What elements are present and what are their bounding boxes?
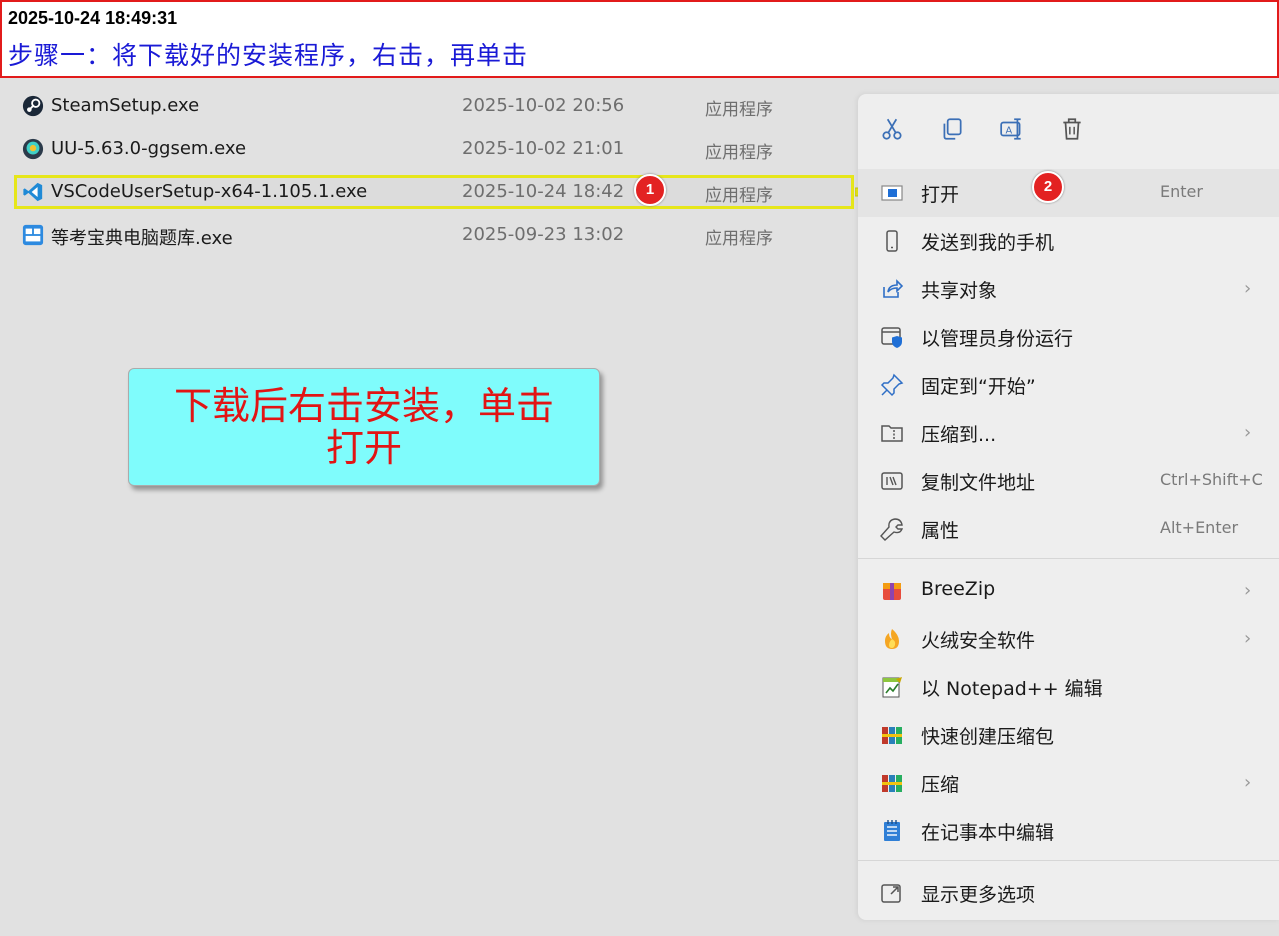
menu-item-shortcut: Enter bbox=[1160, 182, 1203, 201]
open-icon bbox=[881, 185, 903, 201]
menu-item-pin-to-start[interactable]: 固定到“开始” bbox=[858, 361, 1279, 409]
file-name: SteamSetup.exe bbox=[51, 95, 200, 116]
file-type: 应用程序 bbox=[705, 100, 773, 120]
step-badge-1: 1 bbox=[634, 174, 666, 206]
menu-item-show-more-options[interactable]: 显示更多选项 bbox=[858, 869, 1279, 917]
file-name: VSCodeUserSetup-x64-1.105.1.exe bbox=[51, 181, 368, 202]
file-date: 2025-09-23 13:02 bbox=[462, 224, 625, 245]
copy-icon[interactable] bbox=[939, 116, 965, 142]
file-date: 2025-10-24 18:42 bbox=[462, 181, 625, 202]
file-type: 应用程序 bbox=[705, 229, 773, 249]
context-menu-toolbar: A bbox=[858, 108, 1279, 148]
huorong-icon bbox=[885, 629, 899, 649]
callout-line-2: 打开 bbox=[325, 426, 402, 470]
menu-item-breezip[interactable]: BreeZip › bbox=[858, 567, 1279, 615]
instruction-banner: 2025-10-24 18:49:31 步骤一：将下载好的安装程序，右击，再单击 bbox=[0, 0, 1279, 78]
menu-item-huorong[interactable]: 火绒安全软件 › bbox=[858, 615, 1279, 663]
phone-icon bbox=[886, 230, 898, 252]
zip-folder-icon bbox=[881, 425, 903, 442]
instruction-callout: 下载后右击安装，单击 打开 bbox=[128, 368, 600, 486]
file-type: 应用程序 bbox=[705, 143, 773, 163]
steam-icon bbox=[22, 95, 44, 117]
copy-path-icon bbox=[881, 472, 903, 490]
winrar-icon bbox=[882, 727, 902, 744]
notepadpp-icon bbox=[882, 677, 902, 698]
share-icon bbox=[883, 279, 904, 298]
file-row-uu[interactable]: UU-5.63.0-ggsem.exe 2025-10-02 21:01 应用程… bbox=[14, 132, 854, 166]
rename-icon[interactable]: A bbox=[999, 116, 1025, 142]
menu-item-label: 以 Notepad++ 编辑 bbox=[921, 678, 1103, 700]
menu-item-label: 在记事本中编辑 bbox=[921, 822, 1055, 844]
submenu-chevron-icon: › bbox=[1244, 628, 1252, 649]
menu-item-compress[interactable]: 压缩 › bbox=[858, 759, 1279, 807]
menu-item-label: 火绒安全软件 bbox=[921, 630, 1036, 652]
menu-item-quick-archive[interactable]: 快速创建压缩包 bbox=[858, 711, 1279, 759]
file-name: UU-5.63.0-ggsem.exe bbox=[51, 138, 247, 159]
delete-icon[interactable] bbox=[1059, 116, 1085, 142]
callout-line-1: 下载后右击安装，单击 bbox=[173, 384, 554, 428]
menu-item-shortcut: Alt+Enter bbox=[1160, 518, 1239, 537]
menu-item-compress-to[interactable]: 压缩到... › bbox=[858, 409, 1279, 457]
menu-item-properties[interactable]: 属性 Alt+Enter bbox=[858, 505, 1279, 553]
banner-step-text: 步骤一：将下载好的安装程序，右击，再单击 bbox=[8, 41, 529, 70]
step-badge-2: 2 bbox=[1032, 171, 1064, 203]
menu-item-label: 打开 bbox=[921, 184, 960, 206]
exam-app-icon bbox=[22, 224, 44, 246]
submenu-chevron-icon: › bbox=[1244, 278, 1252, 299]
menu-item-notepadpp[interactable]: 以 Notepad++ 编辑 bbox=[858, 663, 1279, 711]
menu-item-label: 压缩 bbox=[921, 774, 960, 796]
notepad-icon bbox=[884, 820, 900, 841]
uu-icon bbox=[22, 138, 44, 160]
file-date: 2025-10-02 21:01 bbox=[462, 138, 625, 159]
file-type: 应用程序 bbox=[705, 186, 773, 206]
menu-item-label: 共享对象 bbox=[921, 280, 998, 302]
menu-item-send-to-phone[interactable]: 发送到我的手机 bbox=[858, 217, 1279, 265]
menu-item-open[interactable]: 打开 Enter bbox=[858, 169, 1279, 217]
breezip-icon bbox=[883, 583, 901, 600]
admin-shield-icon bbox=[881, 327, 902, 348]
file-row-vscode[interactable]: VSCodeUserSetup-x64-1.105.1.exe 2025-10-… bbox=[14, 175, 854, 209]
winrar-icon bbox=[882, 775, 902, 792]
submenu-chevron-icon: › bbox=[1244, 580, 1252, 601]
wrench-icon bbox=[880, 518, 904, 541]
menu-item-label: 发送到我的手机 bbox=[921, 232, 1055, 254]
menu-item-label: 压缩到... bbox=[921, 424, 997, 446]
menu-item-label: 显示更多选项 bbox=[921, 884, 1036, 906]
submenu-chevron-icon: › bbox=[1244, 772, 1252, 793]
file-name: 等考宝典电脑题库.exe bbox=[51, 228, 233, 249]
file-row-steam[interactable]: SteamSetup.exe 2025-10-02 20:56 应用程序 bbox=[14, 89, 854, 123]
menu-separator bbox=[858, 558, 1279, 559]
pin-icon bbox=[880, 373, 904, 397]
menu-item-label: 固定到“开始” bbox=[921, 376, 1036, 398]
menu-item-share[interactable]: 共享对象 › bbox=[858, 265, 1279, 313]
menu-item-label: 复制文件地址 bbox=[921, 472, 1036, 494]
banner-timestamp: 2025-10-24 18:49:31 bbox=[8, 8, 178, 28]
menu-item-label: 属性 bbox=[921, 520, 960, 542]
menu-item-label: BreeZip bbox=[921, 578, 996, 600]
vscode-icon bbox=[23, 182, 43, 202]
more-options-icon bbox=[881, 884, 901, 903]
menu-item-label: 以管理员身份运行 bbox=[921, 328, 1074, 350]
menu-separator bbox=[858, 860, 1279, 861]
menu-item-copy-path[interactable]: 复制文件地址 Ctrl+Shift+C bbox=[858, 457, 1279, 505]
submenu-chevron-icon: › bbox=[1244, 422, 1252, 443]
menu-item-label: 快速创建压缩包 bbox=[921, 726, 1055, 748]
menu-item-shortcut: Ctrl+Shift+C bbox=[1160, 470, 1263, 489]
menu-item-run-as-admin[interactable]: 以管理员身份运行 bbox=[858, 313, 1279, 361]
menu-item-edit-in-notepad[interactable]: 在记事本中编辑 bbox=[858, 807, 1279, 855]
context-menu: A 打开 Enter 2 发送到我的手机 共享对象 › 以管理员身份运行 固定到… bbox=[858, 94, 1279, 920]
file-row-exam[interactable]: 等考宝典电脑题库.exe 2025-09-23 13:02 应用程序 bbox=[14, 218, 854, 252]
svg-text:A: A bbox=[1006, 125, 1013, 136]
cut-icon[interactable] bbox=[879, 116, 905, 142]
file-date: 2025-10-02 20:56 bbox=[462, 95, 625, 116]
